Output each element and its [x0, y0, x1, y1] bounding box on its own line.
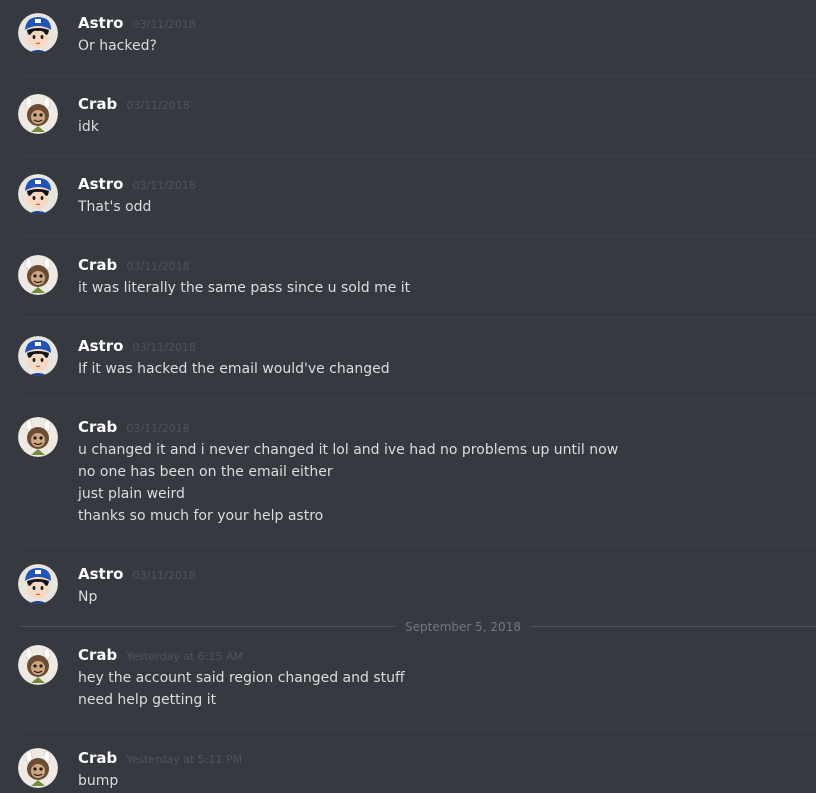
- message-text: thanks so much for your help astro: [78, 508, 324, 524]
- timestamp: 03/11/2018: [126, 422, 190, 435]
- username[interactable]: Astro: [78, 565, 123, 583]
- message-text: bump: [78, 773, 119, 789]
- message-text: hey the account said region changed and …: [78, 670, 405, 686]
- message-divider: [20, 75, 816, 76]
- message-divider: [20, 155, 816, 156]
- message-divider: [20, 236, 816, 237]
- message-header: Crab Yesterday at 5:11 PM: [78, 748, 242, 770]
- username[interactable]: Crab: [78, 95, 117, 113]
- date-divider-rule: [531, 626, 816, 627]
- message-body: bump: [78, 770, 118, 792]
- message-header: Astro 03/11/2018: [78, 336, 196, 358]
- message-body: it was literally the same pass since u s…: [78, 277, 410, 299]
- date-divider-rule: [20, 626, 395, 627]
- message-text: That's odd: [78, 199, 152, 215]
- crab-avatar-icon[interactable]: [18, 255, 58, 295]
- username[interactable]: Crab: [78, 418, 117, 436]
- crab-avatar-icon[interactable]: [18, 645, 58, 685]
- username[interactable]: Crab: [78, 256, 117, 274]
- message-divider: [20, 398, 816, 399]
- message-divider: [20, 545, 816, 546]
- timestamp: Yesterday at 5:11 PM: [126, 753, 243, 766]
- astro-avatar-icon[interactable]: [18, 13, 58, 53]
- message-text: u changed it and i never changed it lol …: [78, 442, 619, 458]
- timestamp: 03/11/2018: [132, 341, 196, 354]
- message-header: Crab 03/11/2018: [78, 417, 190, 439]
- message-text: no one has been on the email either: [78, 464, 333, 480]
- message-text: it was literally the same pass since u s…: [78, 280, 411, 296]
- astro-avatar-icon[interactable]: [18, 336, 58, 376]
- username[interactable]: Crab: [78, 749, 117, 767]
- timestamp: 03/11/2018: [132, 569, 196, 582]
- crab-avatar-icon[interactable]: [18, 94, 58, 134]
- message-header: Astro 03/11/2018: [78, 174, 196, 196]
- message-header: Crab 03/11/2018: [78, 255, 190, 277]
- message-divider: [20, 317, 816, 318]
- username[interactable]: Astro: [78, 14, 123, 32]
- message-body: That's odd: [78, 196, 151, 218]
- crab-avatar-icon[interactable]: [18, 417, 58, 457]
- astro-avatar-icon[interactable]: [18, 564, 58, 604]
- message-text: Np: [78, 589, 98, 605]
- username[interactable]: Crab: [78, 646, 117, 664]
- message-text: If it was hacked the email would've chan…: [78, 361, 390, 377]
- chat-messages[interactable]: Astro 03/11/2018 Or hacked? Crab 03/11/2…: [0, 0, 816, 793]
- message-body: hey the account said region changed and …: [78, 667, 405, 711]
- astro-avatar-icon[interactable]: [18, 174, 58, 214]
- message-body: Or hacked?: [78, 35, 157, 57]
- message-text: just plain weird: [78, 486, 185, 502]
- date-divider-label: September 5, 2018: [405, 620, 521, 634]
- message-header: Crab Yesterday at 6:15 AM: [78, 645, 243, 667]
- timestamp: 03/11/2018: [126, 260, 190, 273]
- username[interactable]: Astro: [78, 337, 123, 355]
- message-body: u changed it and i never changed it lol …: [78, 439, 618, 527]
- date-divider: September 5, 2018: [20, 617, 816, 637]
- message-text: idk: [78, 119, 99, 135]
- message-text: Or hacked?: [78, 38, 157, 54]
- timestamp: 03/11/2018: [126, 99, 190, 112]
- message-divider: [20, 729, 816, 730]
- message-header: Astro 03/11/2018: [78, 13, 196, 35]
- message-body: If it was hacked the email would've chan…: [78, 358, 390, 380]
- message-body: Np: [78, 586, 97, 608]
- message-header: Crab 03/11/2018: [78, 94, 190, 116]
- message-header: Astro 03/11/2018: [78, 564, 196, 586]
- message-text: need help getting it: [78, 692, 217, 708]
- username[interactable]: Astro: [78, 175, 123, 193]
- timestamp: 03/11/2018: [132, 18, 196, 31]
- timestamp: Yesterday at 6:15 AM: [126, 650, 244, 663]
- crab-avatar-icon[interactable]: [18, 748, 58, 788]
- message-body: idk: [78, 116, 99, 138]
- timestamp: 03/11/2018: [132, 179, 196, 192]
